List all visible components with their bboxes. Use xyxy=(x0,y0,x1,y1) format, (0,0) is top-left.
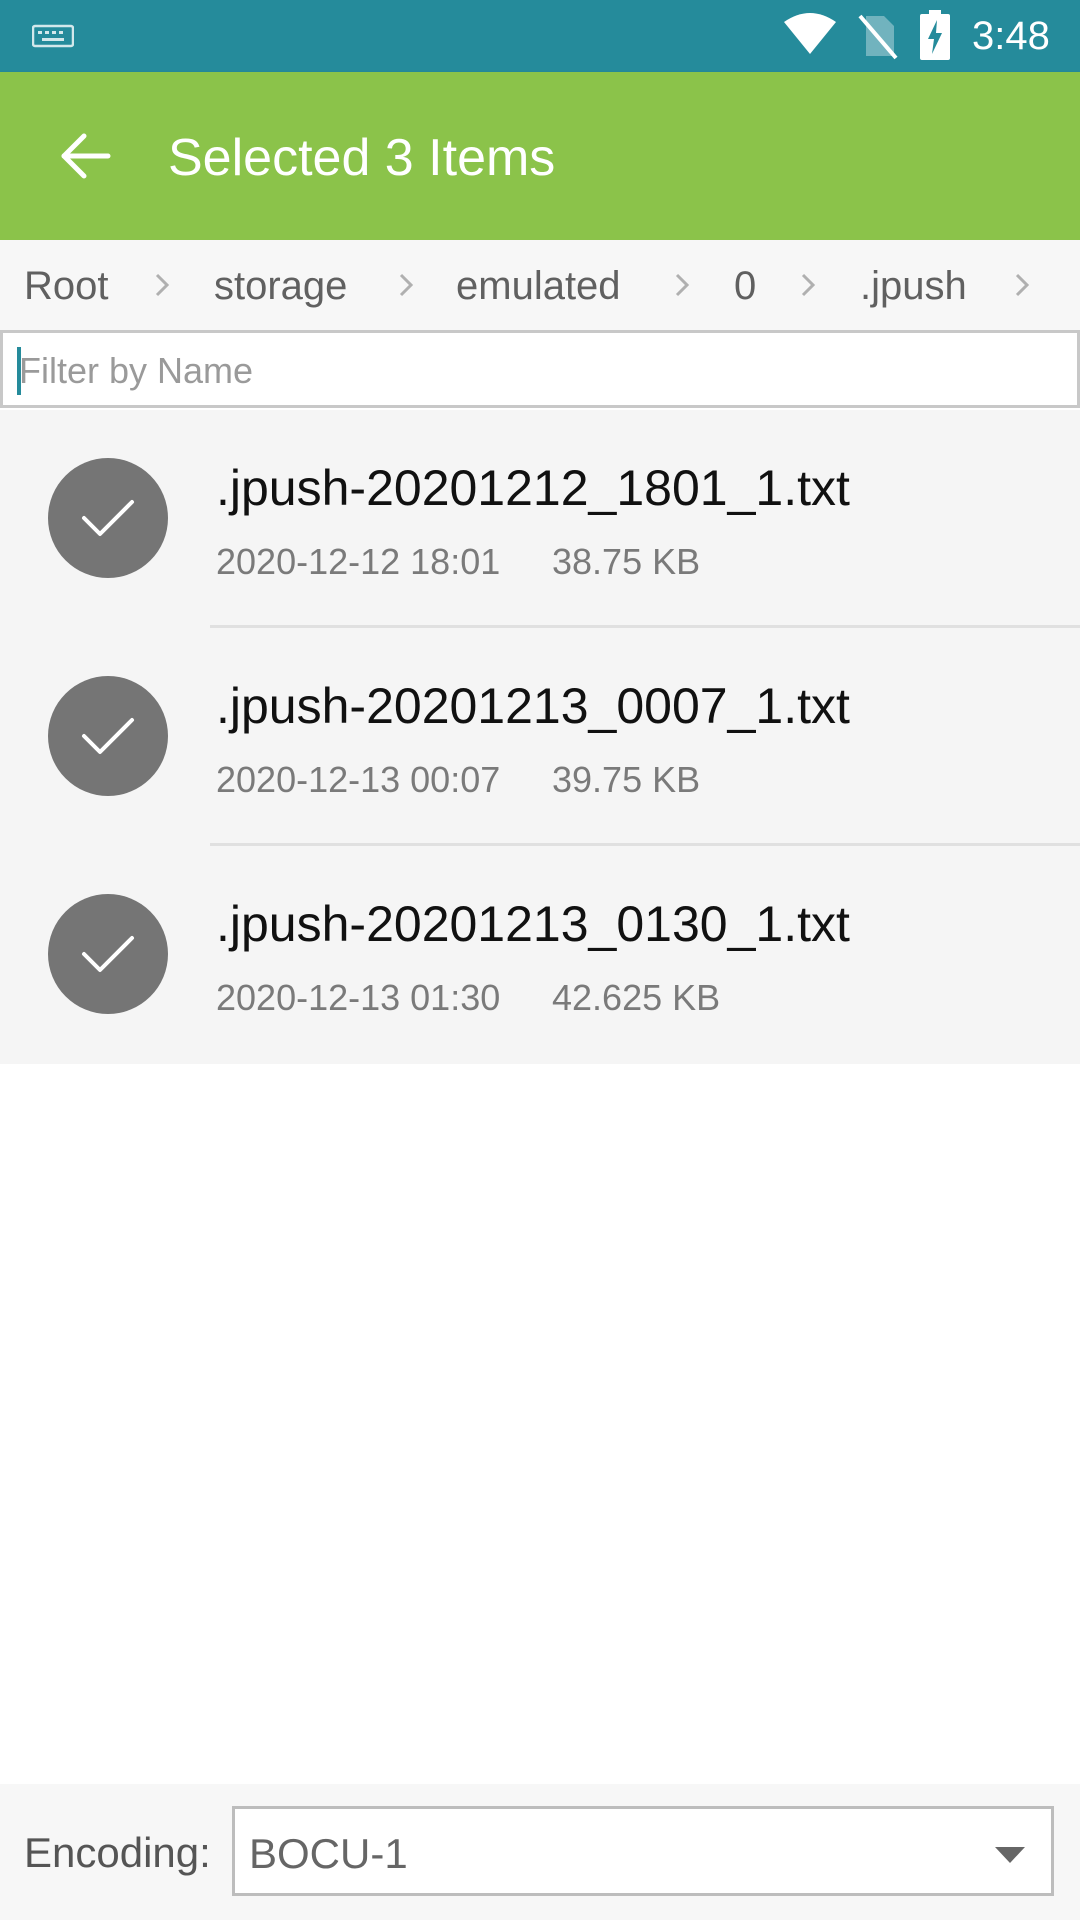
check-icon xyxy=(82,500,134,536)
encoding-value: BOCU-1 xyxy=(249,1830,408,1877)
selected-check[interactable] xyxy=(48,894,168,1014)
text-cursor xyxy=(17,347,21,395)
file-date: 2020-12-13 01:30 xyxy=(216,977,501,1018)
file-size: 42.625 KB xyxy=(552,977,721,1018)
list-item[interactable]: .jpush-20201213_0130_1.txt 2020-12-13 01… xyxy=(0,846,1080,1064)
breadcrumb-item-0[interactable]: 0 xyxy=(734,262,756,310)
list-item[interactable]: .jpush-20201213_0007_1.txt 2020-12-13 00… xyxy=(0,628,1080,846)
chevron-right-icon xyxy=(155,273,170,297)
status-time: 3:48 xyxy=(972,14,1050,58)
list-item[interactable]: .jpush-20201212_1801_1.txt 2020-12-12 18… xyxy=(0,410,1080,628)
breadcrumb-item-root[interactable]: Root xyxy=(24,262,109,310)
wifi-icon xyxy=(784,13,836,54)
chevron-right-icon xyxy=(399,273,414,297)
chevron-right-icon xyxy=(801,273,816,297)
breadcrumb-item-storage[interactable]: storage xyxy=(214,262,347,310)
file-date: 2020-12-13 00:07 xyxy=(216,759,501,800)
page-title: Selected 3 Items xyxy=(168,129,556,187)
encoding-bar: Encoding: BOCU-1 xyxy=(0,1784,1080,1920)
breadcrumb: Root storage emulated 0 .jpush xyxy=(0,240,1080,330)
selected-check[interactable] xyxy=(48,676,168,796)
keyboard-icon xyxy=(32,24,74,48)
no-sim-icon xyxy=(858,14,898,60)
chevron-right-icon xyxy=(1015,273,1030,297)
breadcrumb-item-emulated[interactable]: emulated xyxy=(456,262,621,310)
check-icon xyxy=(82,936,134,972)
file-name: .jpush-20201212_1801_1.txt xyxy=(216,460,850,516)
selected-check[interactable] xyxy=(48,458,168,578)
chevron-right-icon xyxy=(675,273,690,297)
file-date: 2020-12-12 18:01 xyxy=(216,541,501,582)
file-list: .jpush-20201212_1801_1.txt 2020-12-12 18… xyxy=(0,410,1080,1064)
file-size: 38.75 KB xyxy=(552,541,701,582)
arrow-back-icon[interactable] xyxy=(56,126,116,186)
breadcrumb-item-jpush[interactable]: .jpush xyxy=(860,262,967,310)
filter-input[interactable] xyxy=(17,341,1061,401)
dropdown-arrow-icon xyxy=(995,1847,1025,1863)
file-name: .jpush-20201213_0130_1.txt xyxy=(216,896,850,952)
app-bar: Selected 3 Items xyxy=(0,72,1080,240)
filter-box xyxy=(0,330,1080,408)
encoding-select[interactable]: BOCU-1 xyxy=(232,1806,1054,1896)
battery-charging-icon xyxy=(920,10,950,60)
status-bar: 3:48 xyxy=(0,0,1080,72)
file-name: .jpush-20201213_0007_1.txt xyxy=(216,678,850,734)
file-size: 39.75 KB xyxy=(552,759,701,800)
encoding-label: Encoding: xyxy=(24,1829,211,1876)
check-icon xyxy=(82,718,134,754)
